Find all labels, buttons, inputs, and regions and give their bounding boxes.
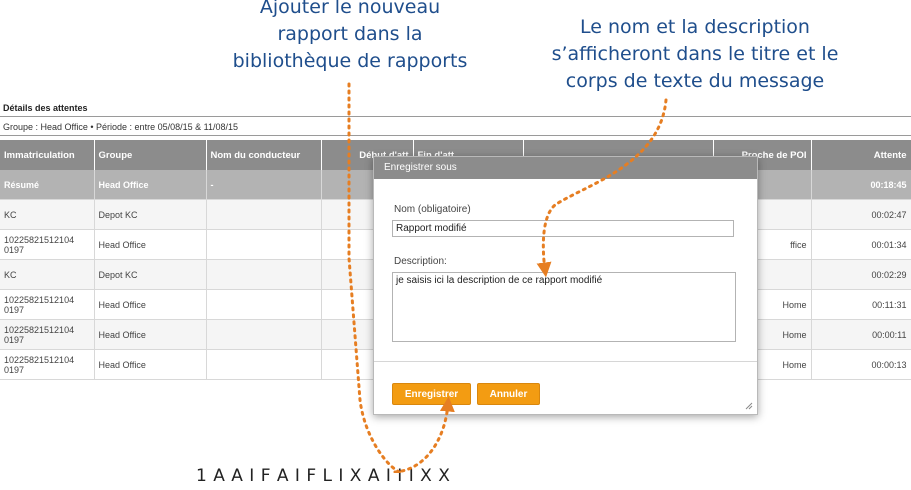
description-label: Description: xyxy=(394,256,447,267)
table-cell: Head Office xyxy=(94,229,207,260)
column-header[interactable]: Nom du conducteur xyxy=(206,140,322,170)
column-header[interactable]: Groupe xyxy=(94,140,207,170)
table-cell xyxy=(206,289,322,320)
save-button[interactable]: Enregistrer xyxy=(392,383,471,405)
report-divider xyxy=(0,135,911,136)
table-cell: 00:02:47 xyxy=(811,199,911,230)
report-divider xyxy=(0,116,911,117)
table-cell: 00:18:45 xyxy=(811,170,911,200)
table-cell: KC xyxy=(0,259,95,290)
table-cell: 00:00:13 xyxy=(811,349,911,380)
table-cell xyxy=(206,199,322,230)
report-title: Détails des attentes xyxy=(3,103,88,113)
table-cell xyxy=(206,349,322,380)
table-cell: 10225821512104 0197 xyxy=(0,349,95,380)
report-subtitle: Groupe : Head Office • Période : entre 0… xyxy=(3,122,238,132)
table-cell: Head Office xyxy=(94,319,207,350)
column-header[interactable]: Immatriculation xyxy=(0,140,95,170)
table-cell: Depot KC xyxy=(94,259,207,290)
table-cell: Head Office xyxy=(94,349,207,380)
column-header[interactable]: Attente xyxy=(811,140,911,170)
dialog-title[interactable]: Enregistrer sous xyxy=(374,157,757,179)
name-input[interactable] xyxy=(392,220,734,237)
table-cell: 00:02:29 xyxy=(811,259,911,290)
description-textarea[interactable]: je saisis ici la description de ce rappo… xyxy=(392,272,736,342)
table-cell: 10225821512104 0197 xyxy=(0,289,95,320)
table-cell: Head Office xyxy=(94,289,207,320)
annotation-add-to-library: Ajouter le nouveau rapport dans la bibli… xyxy=(232,0,468,72)
name-label: Nom (obligatoire) xyxy=(394,204,471,215)
table-cell: 00:00:11 xyxy=(811,319,911,350)
table-cell xyxy=(206,259,322,290)
table-cell: Résumé xyxy=(0,170,95,200)
table-cell: KC xyxy=(0,199,95,230)
resize-grip-icon[interactable] xyxy=(744,401,753,410)
save-as-dialog: Enregistrer sous Nom (obligatoire) Descr… xyxy=(373,156,758,415)
dialog-divider xyxy=(374,361,757,362)
table-cell xyxy=(206,229,322,260)
table-cell: Head Office xyxy=(94,170,207,200)
table-cell: 10225821512104 0197 xyxy=(0,319,95,350)
table-cell: 10225821512104 0197 xyxy=(0,229,95,260)
table-cell: 00:01:34 xyxy=(811,229,911,260)
table-cell: Depot KC xyxy=(94,199,207,230)
table-cell xyxy=(206,319,322,350)
table-cell: - xyxy=(206,170,322,200)
table-cell: 00:11:31 xyxy=(811,289,911,320)
annotation-name-description: Le nom et la description s’afficheront d… xyxy=(551,16,839,92)
annotation-bottom-cut: 1 A A I F A I F L I X A I I I X X xyxy=(196,466,451,486)
cancel-button[interactable]: Annuler xyxy=(477,383,540,405)
